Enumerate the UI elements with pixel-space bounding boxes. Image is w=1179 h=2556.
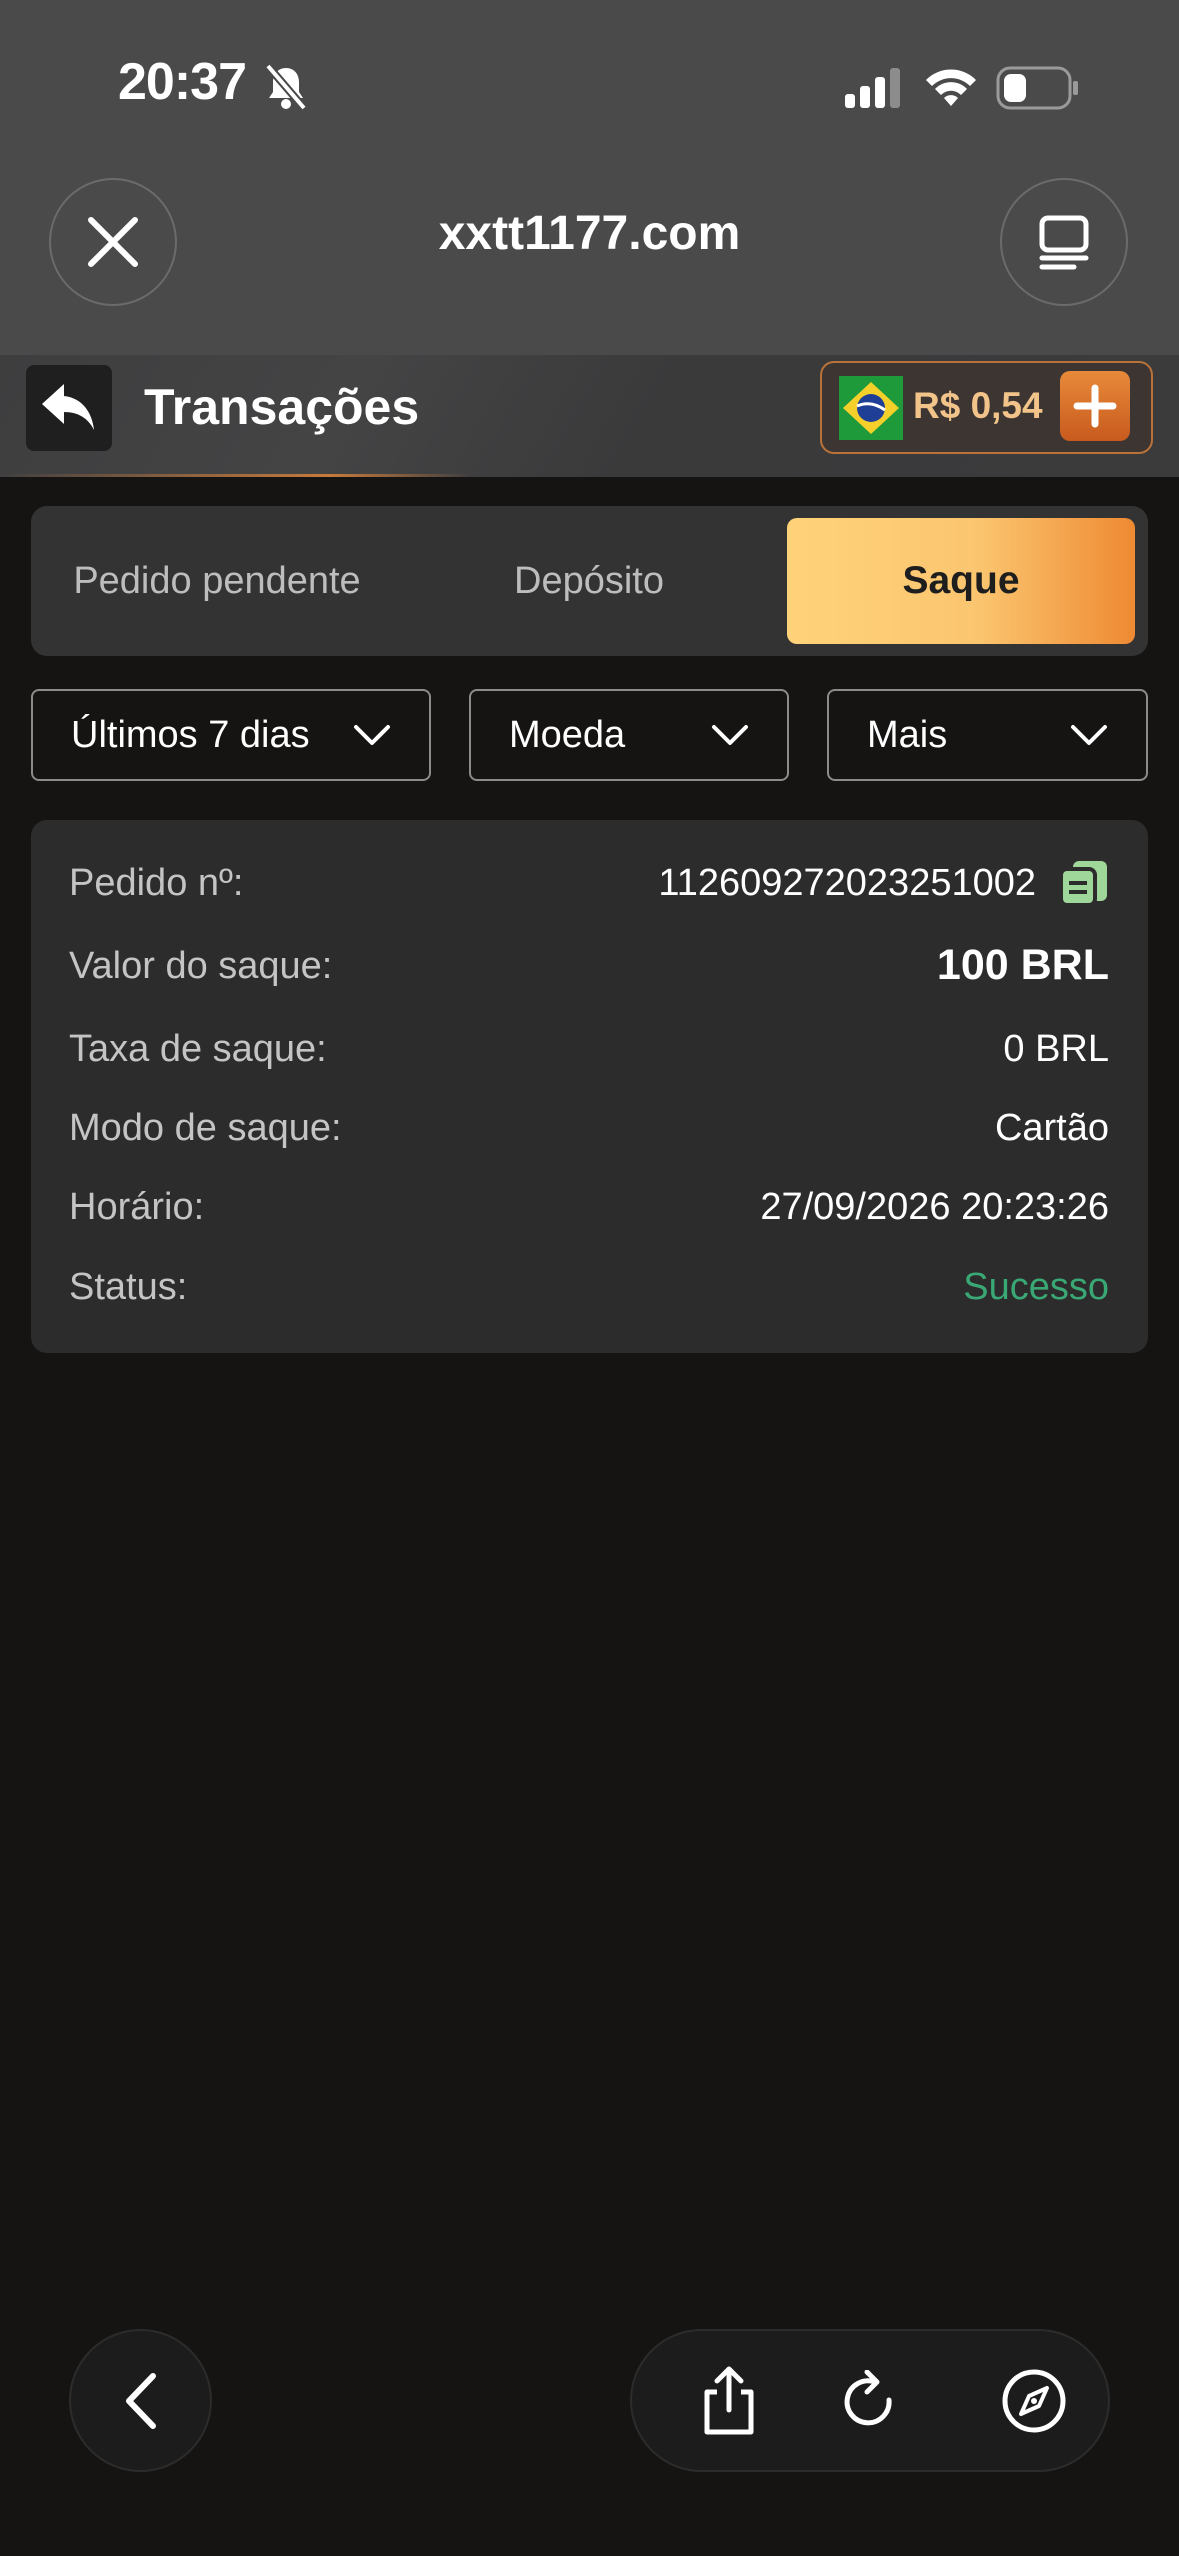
fee-value: 0 BRL (1003, 1028, 1109, 1070)
more-filter-label: Mais (867, 713, 948, 756)
chevron-down-icon (354, 725, 390, 745)
page-title: Transações (144, 379, 420, 435)
order-number: 112609272023251002 (658, 862, 1036, 904)
period-filter-label: Últimos 7 dias (71, 713, 310, 756)
period-filter[interactable]: Últimos 7 dias (31, 689, 431, 781)
wifi-icon (926, 69, 976, 106)
brazil-flag-icon (839, 376, 903, 440)
amount-value: 100 BRL (936, 941, 1109, 989)
time-value: 27/09/2026 20:23:26 (760, 1186, 1109, 1228)
reload-icon (844, 2369, 892, 2425)
copy-icon[interactable] (1059, 859, 1109, 907)
mode-label: Modo de saque: (69, 1107, 342, 1149)
signal-icon (845, 68, 900, 108)
tab-pending[interactable]: Pedido pendente (31, 506, 403, 656)
browser-back-button[interactable] (69, 2329, 212, 2472)
battery-icon (996, 66, 1078, 110)
fee-label: Taxa de saque: (69, 1028, 327, 1070)
status-value: Sucesso (963, 1266, 1109, 1308)
mode-value: Cartão (994, 1107, 1109, 1149)
reload-button[interactable] (810, 2331, 930, 2470)
header-underline (0, 474, 470, 477)
compass-icon (1002, 2369, 1066, 2432)
more-filter[interactable]: Mais (827, 689, 1148, 781)
balance-amount: R$ 0,54 (913, 385, 1043, 426)
tab-deposit[interactable]: Depósito (403, 506, 775, 656)
tabs-icon (1039, 215, 1089, 270)
tab-withdrawal[interactable]: Saque (787, 518, 1135, 644)
back-button[interactable] (26, 365, 112, 451)
share-icon (704, 2366, 754, 2434)
currency-filter[interactable]: Moeda (469, 689, 789, 781)
back-arrow-icon (42, 384, 94, 430)
status-time: 20:37 (118, 53, 247, 111)
deposit-plus-button[interactable] (1060, 371, 1130, 441)
browser-toolbar (630, 2329, 1110, 2472)
chevron-down-icon (712, 725, 748, 745)
bell-slash-icon (264, 63, 308, 111)
chevron-left-icon (125, 2372, 156, 2429)
chevron-down-icon (1071, 725, 1107, 745)
tabs-button[interactable] (1000, 178, 1128, 306)
order-label: Pedido nº: (69, 862, 244, 904)
plus-icon (1073, 384, 1117, 428)
currency-filter-label: Moeda (509, 713, 626, 756)
share-button[interactable] (669, 2331, 789, 2470)
status-label: Status: (69, 1266, 188, 1308)
time-label: Horário: (69, 1186, 205, 1228)
amount-label: Valor do saque: (69, 945, 333, 987)
compass-button[interactable] (974, 2331, 1094, 2470)
